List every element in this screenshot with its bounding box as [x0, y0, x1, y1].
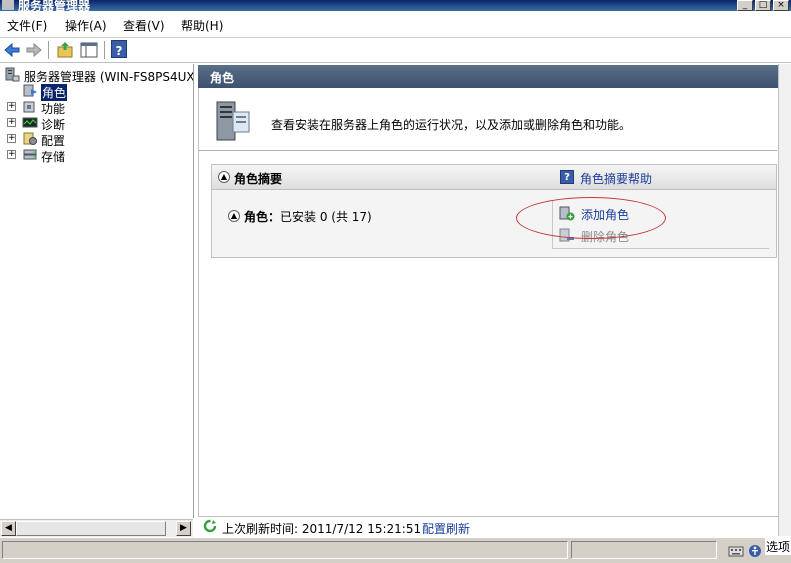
menu-help[interactable]: 帮助(H) [181, 17, 223, 34]
show-hide-console-tree-icon[interactable] [79, 40, 99, 60]
roles-summary-help-link[interactable]: 角色摘要帮助 [580, 170, 652, 187]
configuration-icon [23, 132, 37, 145]
refresh-bar: 上次刷新时间: 2011/7/12 15:21:51 配置刷新 [198, 516, 778, 537]
expand-icon[interactable]: + [7, 118, 16, 127]
tree-item-label: 角色 [41, 84, 68, 101]
window-controls: _ □ × [737, 0, 789, 11]
collapse-icon[interactable]: ▲ [228, 210, 240, 222]
status-bar: 选项 [0, 537, 791, 563]
roles-summary-header: ▲ 角色摘要 ? 角色摘要帮助 [212, 165, 776, 190]
menu-action[interactable]: 操作(A) [65, 17, 107, 34]
roles-status: 角色：已安装 0 (共 17) [244, 208, 372, 225]
collapse-icon[interactable]: ▲ [218, 171, 230, 183]
accessibility-icon[interactable] [748, 544, 762, 558]
menu-bar: 文件(F) 操作(A) 查看(V) 帮助(H) [0, 11, 791, 38]
roles-actions: 添加角色 删除角色 [552, 200, 769, 249]
add-role-icon [559, 206, 575, 221]
scroll-left-button[interactable]: ◀ [1, 521, 16, 536]
status-cell [571, 541, 717, 559]
menu-view[interactable]: 查看(V) [123, 17, 165, 34]
diagnostics-icon [22, 117, 38, 128]
scroll-right-button[interactable]: ▶ [176, 521, 191, 536]
server-manager-icon [2, 0, 14, 10]
remove-role-icon [559, 228, 574, 242]
toolbar: ? [0, 38, 791, 63]
content-pane: 查看安装在服务器上角色的运行状况，以及添加或删除角色和功能。 ▲ 角色摘要 ? … [198, 88, 779, 516]
refresh-icon [203, 519, 217, 533]
tree-horizontal-scrollbar[interactable]: ◀ ▶ [0, 519, 193, 537]
last-refresh-text: 上次刷新时间: 2011/7/12 15:21:51 [222, 522, 422, 536]
remove-role-link[interactable]: 删除角色 [581, 228, 629, 245]
expand-icon[interactable]: + [7, 134, 16, 143]
roles-label: 角色： [244, 210, 281, 224]
back-arrow-icon[interactable] [2, 40, 22, 60]
intro-section: 查看安装在服务器上角色的运行状况，以及添加或删除角色和功能。 [199, 88, 777, 151]
add-role-link[interactable]: 添加角色 [581, 206, 629, 223]
console-tree: 服务器管理器 (WIN-FS8PS4UXPA 角色 + 功能 + 诊断 + 配置… [0, 64, 194, 518]
close-button[interactable]: × [773, 0, 789, 11]
tree-root-label: 服务器管理器 (WIN-FS8PS4UXPA [24, 70, 194, 84]
status-cell [2, 541, 568, 559]
intro-text: 查看安装在服务器上角色的运行状况，以及添加或删除角色和功能。 [271, 118, 632, 132]
menu-file[interactable]: 文件(F) [7, 17, 47, 34]
toolbar-separator [104, 41, 105, 59]
content-header: 角色 [198, 65, 778, 88]
maximize-button[interactable]: □ [755, 0, 771, 11]
system-tray: 选项 [724, 538, 791, 562]
storage-icon [23, 149, 37, 160]
expand-icon[interactable]: + [7, 150, 16, 159]
roles-summary-panel: ▲ 角色摘要 ? 角色摘要帮助 ▲ 角色：已安装 0 (共 17) 添加角色 删… [211, 164, 777, 258]
tree-item-label: 功能 [41, 102, 66, 116]
help-icon[interactable]: ? [111, 40, 127, 58]
window-title: 服务器管理器 [18, 0, 91, 11]
tree-item-label: 诊断 [41, 118, 66, 132]
forward-arrow-icon[interactable] [24, 40, 44, 60]
configure-refresh-link[interactable]: 配置刷新 [422, 520, 470, 537]
tree-item-label: 配置 [41, 134, 66, 148]
server-roles-icon [216, 101, 250, 141]
keyboard-icon[interactable] [728, 544, 744, 558]
content-header-title: 角色 [210, 71, 235, 85]
ime-options[interactable]: 选项 [764, 538, 791, 555]
scroll-thumb[interactable] [16, 521, 166, 536]
minimize-button[interactable]: _ [737, 0, 753, 11]
toolbar-separator [48, 41, 49, 59]
features-icon [23, 101, 35, 113]
content-vertical-scrollbar[interactable] [778, 64, 791, 536]
roles-icon [23, 84, 37, 97]
help-icon[interactable]: ? [560, 170, 574, 184]
server-icon [5, 67, 20, 82]
roles-installed-count: 已安装 0 (共 17) [280, 210, 372, 224]
expand-icon[interactable]: + [7, 102, 16, 111]
roles-summary-title: 角色摘要 [234, 172, 283, 186]
up-folder-icon[interactable] [55, 40, 75, 60]
tree-item-label: 存储 [41, 150, 66, 164]
title-bar: 服务器管理器 _ □ × [0, 0, 791, 11]
